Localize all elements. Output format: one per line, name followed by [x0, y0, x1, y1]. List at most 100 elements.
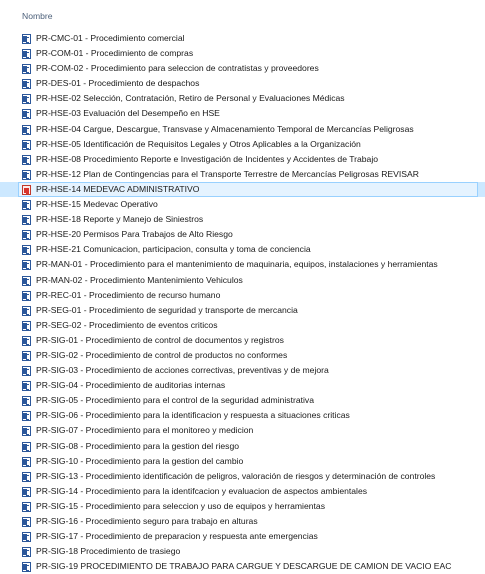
- word-document-icon: [22, 411, 31, 422]
- file-name: PR-SIG-15 - Procedimiento para seleccion…: [36, 500, 325, 511]
- file-row[interactable]: PR-SIG-03 - Procedimiento de acciones co…: [0, 363, 485, 378]
- word-document-icon: [22, 64, 31, 75]
- word-document-icon: [22, 366, 31, 377]
- file-row[interactable]: PR-SIG-08 - Procedimiento para la gestio…: [0, 439, 485, 454]
- word-document-icon: [22, 245, 31, 256]
- file-row[interactable]: PR-SIG-06 - Procedimiento para la identi…: [0, 408, 485, 423]
- file-name: PR-SIG-16 - Procedimiento seguro para tr…: [36, 516, 258, 526]
- word-document-icon: [22, 305, 31, 316]
- file-name: PR-SIG-14 - Procedimiento para la identi…: [36, 485, 368, 496]
- file-row[interactable]: PR-SIG-17 - Procedimiento de preparacion…: [0, 529, 485, 544]
- word-document-icon: [22, 49, 31, 60]
- file-row[interactable]: PR-HSE-02 Selección, Contratación, Retir…: [0, 91, 485, 106]
- word-document-icon: [22, 290, 31, 301]
- word-document-icon: [22, 200, 31, 211]
- word-document-icon: [22, 547, 31, 558]
- word-document-icon: [22, 517, 31, 527]
- file-name: PR-REC-01 - Procedimiento de recurso hum…: [36, 289, 221, 300]
- file-row[interactable]: PR-COM-02 - Procedimiento para seleccion…: [0, 61, 485, 76]
- file-row[interactable]: PR-MAN-01 - Procedimiento para el manten…: [0, 257, 485, 272]
- file-row[interactable]: PR-SIG-02 - Procedimiento de control de …: [0, 348, 485, 363]
- file-name: PR-SIG-04 - Procedimiento de auditorias …: [36, 380, 226, 391]
- file-row[interactable]: PR-HSE-04 Cargue, Descargue, Transvase y…: [0, 122, 485, 137]
- word-document-icon: [22, 486, 31, 497]
- file-name: PR-SIG-17 - Procedimiento de preparacion…: [36, 531, 318, 542]
- word-document-icon: [22, 350, 31, 361]
- word-document-icon: [22, 215, 31, 226]
- file-row[interactable]: PR-HSE-21 Comunicacion, participacion, c…: [0, 242, 485, 257]
- word-document-icon: [22, 320, 31, 331]
- file-name: PR-HSE-02 Selección, Contratación, Retir…: [36, 93, 345, 104]
- file-name: PR-HSE-03 Evaluación del Desempeño en HS…: [36, 108, 220, 119]
- file-name: PR-SIG-19 PROCEDIMIENTO DE TRABAJO PARA …: [36, 561, 452, 572]
- file-row[interactable]: PR-SIG-13 - Procedimiento identificación…: [0, 469, 485, 484]
- pdf-file-icon: [22, 184, 31, 195]
- word-document-icon: [22, 94, 31, 105]
- file-row[interactable]: PR-HSE-14 MEDEVAC ADMINISTRATIVO: [0, 181, 485, 198]
- file-row[interactable]: PR-HSE-05 Identificación de Requisitos L…: [0, 137, 485, 152]
- file-name: PR-MAN-02 - Procedimiento Mantenimiento …: [36, 274, 243, 285]
- word-document-icon: [22, 154, 31, 165]
- file-name: PR-SEG-01 - Procedimiento de seguridad y…: [36, 304, 298, 315]
- word-document-icon: [22, 426, 31, 437]
- file-row[interactable]: PR-CMC-01 - Procedimiento comercial: [0, 31, 485, 46]
- word-document-icon: [22, 456, 31, 467]
- file-row[interactable]: PR-HSE-18 Reporte y Manejo de Siniestros: [0, 212, 485, 227]
- file-row[interactable]: PR-HSE-08 Procedimiento Reporte e Invest…: [0, 152, 485, 167]
- file-name: PR-MAN-01 - Procedimiento para el manten…: [36, 259, 438, 270]
- word-document-icon: [22, 396, 31, 407]
- word-document-icon: [22, 260, 31, 271]
- word-document-icon: [22, 79, 31, 90]
- file-row[interactable]: PR-SEG-02 - Procedimiento de eventos cri…: [0, 318, 485, 333]
- file-row[interactable]: PR-SIG-07 - Procedimiento para el monito…: [0, 423, 485, 438]
- file-name: PR-DES-01 - Procedimiento de despachos: [36, 78, 200, 89]
- file-row[interactable]: PR-SIG-05 - Procedimiento para el contro…: [0, 393, 485, 408]
- file-row[interactable]: PR-SIG-01 - Procedimiento de control de …: [0, 333, 485, 348]
- name-column-header[interactable]: Nombre: [22, 11, 53, 21]
- word-document-icon: [22, 441, 31, 452]
- word-document-icon: [22, 109, 31, 120]
- file-row[interactable]: PR-SIG-19 PROCEDIMIENTO DE TRABAJO PARA …: [0, 559, 485, 574]
- file-row[interactable]: PR-HSE-20 Permisos Para Trabajos de Alto…: [0, 227, 485, 242]
- word-document-icon: [22, 169, 31, 180]
- file-name: PR-SIG-10 - Procedimiento para la gestio…: [36, 455, 244, 466]
- file-row[interactable]: PR-COM-01 - Procedimiento de compras: [0, 46, 485, 61]
- file-row[interactable]: PR-HSE-03 Evaluación del Desempeño en HS…: [0, 106, 485, 121]
- file-name: PR-HSE-05 Identificación de Requisitos L…: [36, 138, 361, 149]
- file-name: PR-COM-02 - Procedimiento para seleccion…: [36, 63, 319, 74]
- word-document-icon: [22, 532, 31, 543]
- word-document-icon: [22, 471, 31, 482]
- file-row[interactable]: PR-SIG-15 - Procedimiento para seleccion…: [0, 499, 485, 514]
- file-name: PR-SIG-08 - Procedimiento para la gestio…: [36, 440, 240, 451]
- file-name: PR-SEG-02 - Procedimiento de eventos cri…: [36, 319, 218, 330]
- file-name: PR-SIG-01 - Procedimiento de control de …: [36, 334, 284, 345]
- file-row[interactable]: PR-REC-01 - Procedimiento de recurso hum…: [0, 288, 485, 303]
- file-row[interactable]: PR-SIG-16 - Procedimiento seguro para tr…: [0, 514, 485, 529]
- file-row[interactable]: PR-HSE-15 Medevac Operativo: [0, 197, 485, 212]
- word-document-icon: [22, 501, 31, 512]
- file-row[interactable]: PR-SIG-14 - Procedimiento para la identi…: [0, 484, 485, 499]
- word-document-icon: [22, 230, 31, 241]
- file-row[interactable]: PR-SIG-04 - Procedimiento de auditorias …: [0, 378, 485, 393]
- file-name: PR-HSE-18 Reporte y Manejo de Siniestros: [36, 214, 204, 225]
- file-name: PR-SIG-13 - Procedimiento identificación…: [36, 470, 436, 481]
- column-header: Nombre: [0, 0, 485, 26]
- file-name: PR-SIG-03 - Procedimiento de acciones co…: [36, 365, 329, 376]
- file-row[interactable]: PR-SIG-18 Procedimiento de trasiego: [0, 544, 485, 559]
- file-name: PR-HSE-20 Permisos Para Trabajos de Alto…: [36, 229, 233, 240]
- file-row[interactable]: PR-HSE-12 Plan de Contingencias para el …: [0, 167, 485, 182]
- file-row[interactable]: PR-SIG-10 - Procedimiento para la gestio…: [0, 454, 485, 469]
- file-name: PR-SIG-02 - Procedimiento de control de …: [36, 349, 288, 360]
- file-name: PR-HSE-08 Procedimiento Reporte e Invest…: [36, 153, 379, 164]
- file-name: PR-CMC-01 - Procedimiento comercial: [36, 33, 185, 43]
- file-name: PR-HSE-12 Plan de Contingencias para el …: [36, 168, 419, 179]
- file-name: PR-SIG-05 - Procedimiento para el contro…: [36, 395, 314, 406]
- file-name: PR-SIG-06 - Procedimiento para la identi…: [36, 410, 350, 421]
- file-name: PR-SIG-07 - Procedimiento para el monito…: [36, 425, 254, 436]
- file-row[interactable]: PR-DES-01 - Procedimiento de despachos: [0, 76, 485, 91]
- file-row[interactable]: PR-MAN-02 - Procedimiento Mantenimiento …: [0, 273, 485, 288]
- file-name: PR-HSE-21 Comunicacion, participacion, c…: [36, 244, 311, 255]
- file-row[interactable]: PR-SEG-01 - Procedimiento de seguridad y…: [0, 303, 485, 318]
- word-document-icon: [22, 139, 31, 150]
- file-name: PR-HSE-15 Medevac Operativo: [36, 199, 158, 210]
